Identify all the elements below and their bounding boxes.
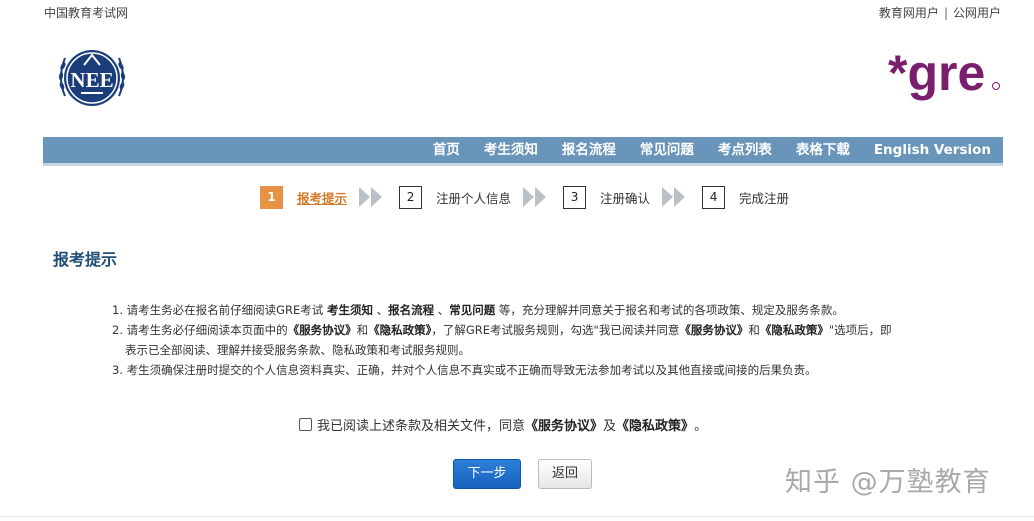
agree-service-agreement-link[interactable]: 《服务协议》: [525, 415, 603, 434]
gre-logo-text: *gre: [888, 46, 985, 101]
agreement-text: 我已阅读上述条款及相关文件，同意: [317, 419, 526, 434]
edu-user-link[interactable]: 教育网用户: [879, 4, 939, 21]
notice-text: 和: [356, 323, 369, 337]
step-arrow-icon: [359, 187, 383, 207]
main-nav: 首页 考生须知 报名流程 常见问题 考点列表 表格下载 English Vers…: [43, 137, 1003, 166]
notice-text: 1. 请考生务必在报名前仔细阅读GRE考试: [112, 303, 327, 317]
privacy-policy-link[interactable]: 《隐私政策》: [368, 323, 431, 337]
nav-test-centers[interactable]: 考点列表: [718, 137, 772, 163]
notice-item-3: 3. 考生须确保注册时提交的个人信息资料真实、正确，并对个人信息不真实或不正确而…: [112, 363, 817, 377]
agreement-text: 。: [694, 419, 708, 434]
nav-english-version[interactable]: English Version: [874, 137, 991, 163]
step-arrow-icon: [523, 187, 547, 207]
nee-logo-icon: NEE: [53, 39, 131, 117]
notice-text: ，了解GRE考试服务规则，勾选"我已阅读并同意: [431, 323, 680, 337]
agreement-text: 及: [603, 419, 617, 434]
candidate-notice-link[interactable]: 考生须知: [327, 303, 373, 317]
gre-logo-icon: *gre: [888, 46, 1000, 101]
notice-item-2-cont: 表示已全部阅读、理解并接受服务条款、隐私政策和考试服务规则。: [125, 343, 470, 357]
service-agreement-link[interactable]: 《服务协议》: [288, 323, 357, 337]
notice-text: 、: [434, 303, 450, 317]
agree-checkbox[interactable]: [299, 418, 312, 431]
separator: |: [943, 6, 948, 20]
faq-link[interactable]: 常见问题: [449, 303, 495, 317]
nav-faq[interactable]: 常见问题: [640, 137, 694, 163]
public-user-link[interactable]: 公网用户: [953, 4, 1001, 21]
notice-text: 等，充分理解并同意关于报名和考试的各项政策、规定及服务条款。: [495, 303, 844, 317]
notice-text: 和: [748, 323, 760, 337]
divider: [0, 516, 1034, 517]
nav-home[interactable]: 首页: [433, 137, 460, 163]
user-links: 教育网用户 | 公网用户: [879, 4, 1001, 21]
service-agreement-link[interactable]: 《服务协议》: [679, 323, 748, 337]
watermark: 知乎 @万塾教育: [785, 467, 991, 498]
registration-process-link[interactable]: 报名流程: [388, 303, 434, 317]
step-1-label[interactable]: 报考提示: [297, 188, 347, 207]
notice-text: 2. 请考生务必仔细阅读本页面中的: [112, 323, 288, 337]
top-bar: 中国教育考试网 教育网用户 | 公网用户: [0, 0, 1034, 22]
step-2-number: 2: [399, 185, 423, 209]
step-arrow-icon: [662, 187, 686, 207]
step-3-label: 注册确认: [600, 190, 651, 206]
notice-text: "选项后，即: [828, 323, 892, 337]
nav-form-download[interactable]: 表格下载: [796, 137, 850, 163]
section-title: 报考提示: [53, 250, 118, 269]
step-4-label: 完成注册: [739, 190, 790, 206]
step-3-number: 3: [563, 185, 587, 209]
agree-privacy-policy-link[interactable]: 《隐私政策》: [616, 415, 694, 434]
privacy-policy-link[interactable]: 《隐私政策》: [760, 323, 829, 337]
notice-item-2: 2. 请考生务必仔细阅读本页面中的《服务协议》和《隐私政策》，了解GRE考试服务…: [112, 320, 972, 340]
next-button[interactable]: 下一步: [453, 459, 521, 489]
nav-candidate-notice[interactable]: 考生须知: [484, 137, 538, 163]
step-1-number: 1: [260, 185, 283, 209]
step-4-number: 4: [702, 185, 726, 209]
notice-list: 1. 请考生务必在报名前仔细阅读GRE考试 考生须知 、报名流程 、常见问题 等…: [112, 300, 972, 380]
site-name[interactable]: 中国教育考试网: [44, 4, 128, 21]
registration-steps: 1 报考提示 2 注册个人信息 3 注册确认 4 完成注册: [260, 184, 789, 210]
back-button[interactable]: 返回: [538, 459, 592, 489]
notice-text: 、: [372, 303, 389, 317]
nee-logo-text: NEE: [70, 68, 113, 92]
step-2-label: 注册个人信息: [436, 190, 512, 206]
notice-item-1: 1. 请考生务必在报名前仔细阅读GRE考试 考生须知 、报名流程 、常见问题 等…: [112, 300, 972, 320]
nav-registration-process[interactable]: 报名流程: [562, 137, 616, 163]
agreement-row: 我已阅读上述条款及相关文件，同意 《服务协议》及《隐私政策》。: [299, 415, 707, 434]
